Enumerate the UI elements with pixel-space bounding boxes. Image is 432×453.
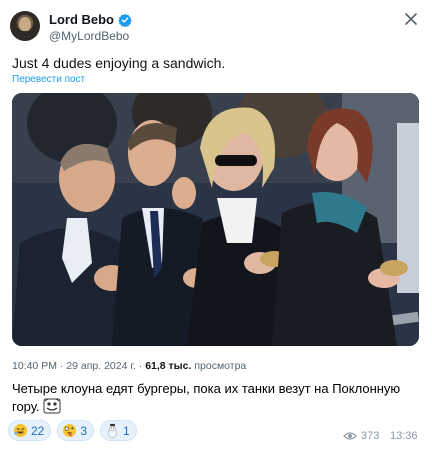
close-icon[interactable]	[404, 12, 418, 26]
views-label: просмотра	[194, 360, 247, 372]
translate-post-link[interactable]: Перевести пост	[12, 74, 85, 85]
rofl-face-icon	[13, 423, 28, 438]
author-name-row: Lord Bebo	[49, 12, 132, 27]
author-handle[interactable]: @MyLordBebo	[49, 29, 129, 43]
message-body: Четыре клоуна едят бургеры, пока их танк…	[12, 381, 401, 414]
meta-separator: ·	[59, 360, 64, 372]
reaction-rofl[interactable]: 22	[8, 420, 52, 441]
post-time: 13:36	[390, 430, 418, 442]
eye-icon	[343, 432, 357, 440]
reaction-count: 3	[80, 423, 88, 438]
message-text: Четыре клоуна едят бургеры, пока их танк…	[12, 380, 422, 416]
tweet-time[interactable]: 10:40 PM	[12, 360, 57, 372]
snowman-icon	[108, 423, 118, 438]
post-views: 373	[343, 430, 379, 442]
telegram-post: Lord Bebo @MyLordBebo Just 4 dudes enjoy…	[0, 0, 432, 453]
author-avatar[interactable]	[10, 11, 40, 41]
views-count: 61,8 тыс.	[145, 360, 192, 372]
tweet-date[interactable]: 29 апр. 2024 г.	[66, 360, 136, 372]
views-number: 373	[361, 430, 380, 442]
verified-badge-icon	[118, 13, 132, 27]
meta-separator-2: ·	[138, 360, 143, 372]
clown-emoji-icon	[43, 398, 61, 414]
tweet-meta: 10:40 PM · 29 апр. 2024 г. · 61,8 тыс. п…	[12, 360, 246, 372]
tweet-text: Just 4 dudes enjoying a sandwich.	[12, 55, 226, 71]
reaction-count: 1	[123, 423, 130, 438]
reaction-snowman[interactable]: 1	[100, 420, 137, 441]
author-name[interactable]: Lord Bebo	[49, 12, 114, 27]
reaction-zany[interactable]: 3	[57, 420, 95, 441]
reactions-bar: 22 3 1	[8, 420, 137, 441]
zany-face-icon	[63, 423, 77, 438]
tweet-photo[interactable]	[12, 93, 419, 346]
reaction-count: 22	[31, 423, 45, 438]
photo-illustration	[12, 93, 419, 346]
